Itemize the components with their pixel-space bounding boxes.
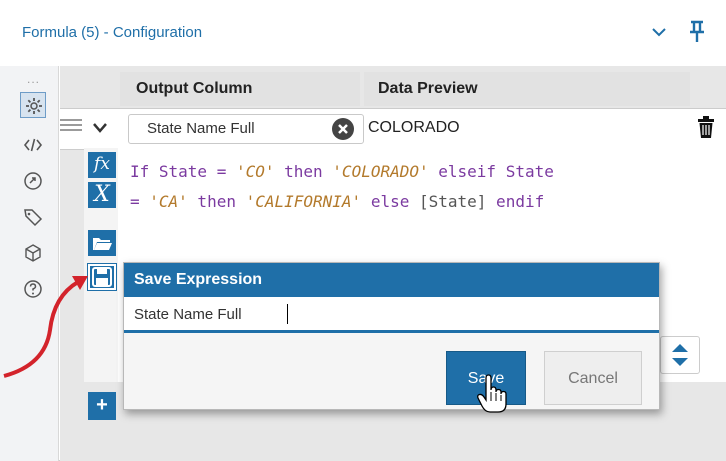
- data-preview-value: COLORADO: [368, 119, 460, 136]
- code-string: 'CA': [149, 192, 188, 211]
- move-down-icon[interactable]: [672, 358, 688, 366]
- trash-icon[interactable]: [695, 114, 717, 140]
- annotation-arrow: [3, 276, 88, 378]
- dialog-title-bar: Save Expression: [124, 263, 659, 297]
- code-field: [State]: [418, 192, 487, 211]
- expression-name-input[interactable]: State Name Full: [124, 297, 659, 333]
- code-string: 'COLORADO': [332, 162, 429, 181]
- row-reorder-spinner[interactable]: [660, 336, 700, 374]
- code-token: endif: [486, 192, 545, 211]
- chevron-down-icon[interactable]: [649, 22, 669, 42]
- expression-code[interactable]: If State = 'CO' then 'COLORADO' elseif S…: [130, 157, 554, 217]
- column-header-preview: Data Preview: [364, 72, 690, 106]
- text-caret: [287, 304, 288, 324]
- column-header-output: Output Column: [120, 72, 360, 106]
- code-token: then: [274, 162, 333, 181]
- move-up-icon[interactable]: [672, 344, 688, 352]
- code-token: else: [361, 192, 419, 211]
- code-string: 'CO': [235, 162, 275, 181]
- save-expression-dialog: Save Expression State Name Full Save Can…: [123, 262, 660, 410]
- output-column-select[interactable]: State Name Full: [128, 114, 364, 144]
- code-token: elseif State: [428, 162, 554, 181]
- code-token: If State =: [130, 162, 236, 181]
- data-preview-header-label: Data Preview: [378, 80, 478, 97]
- expression-name-value: State Name Full: [134, 306, 242, 323]
- output-column-header-label: Output Column: [136, 80, 253, 97]
- pin-icon[interactable]: [686, 20, 708, 44]
- code-token: =: [130, 192, 150, 211]
- hand-cursor-icon: [477, 374, 507, 413]
- code-string: 'CALIFORNIA': [245, 192, 362, 211]
- code-token: then: [187, 192, 246, 211]
- output-column-value: State Name Full: [147, 120, 255, 137]
- dialog-title: Save Expression: [134, 271, 263, 288]
- cancel-button[interactable]: Cancel: [544, 351, 642, 405]
- clear-icon[interactable]: [332, 118, 354, 140]
